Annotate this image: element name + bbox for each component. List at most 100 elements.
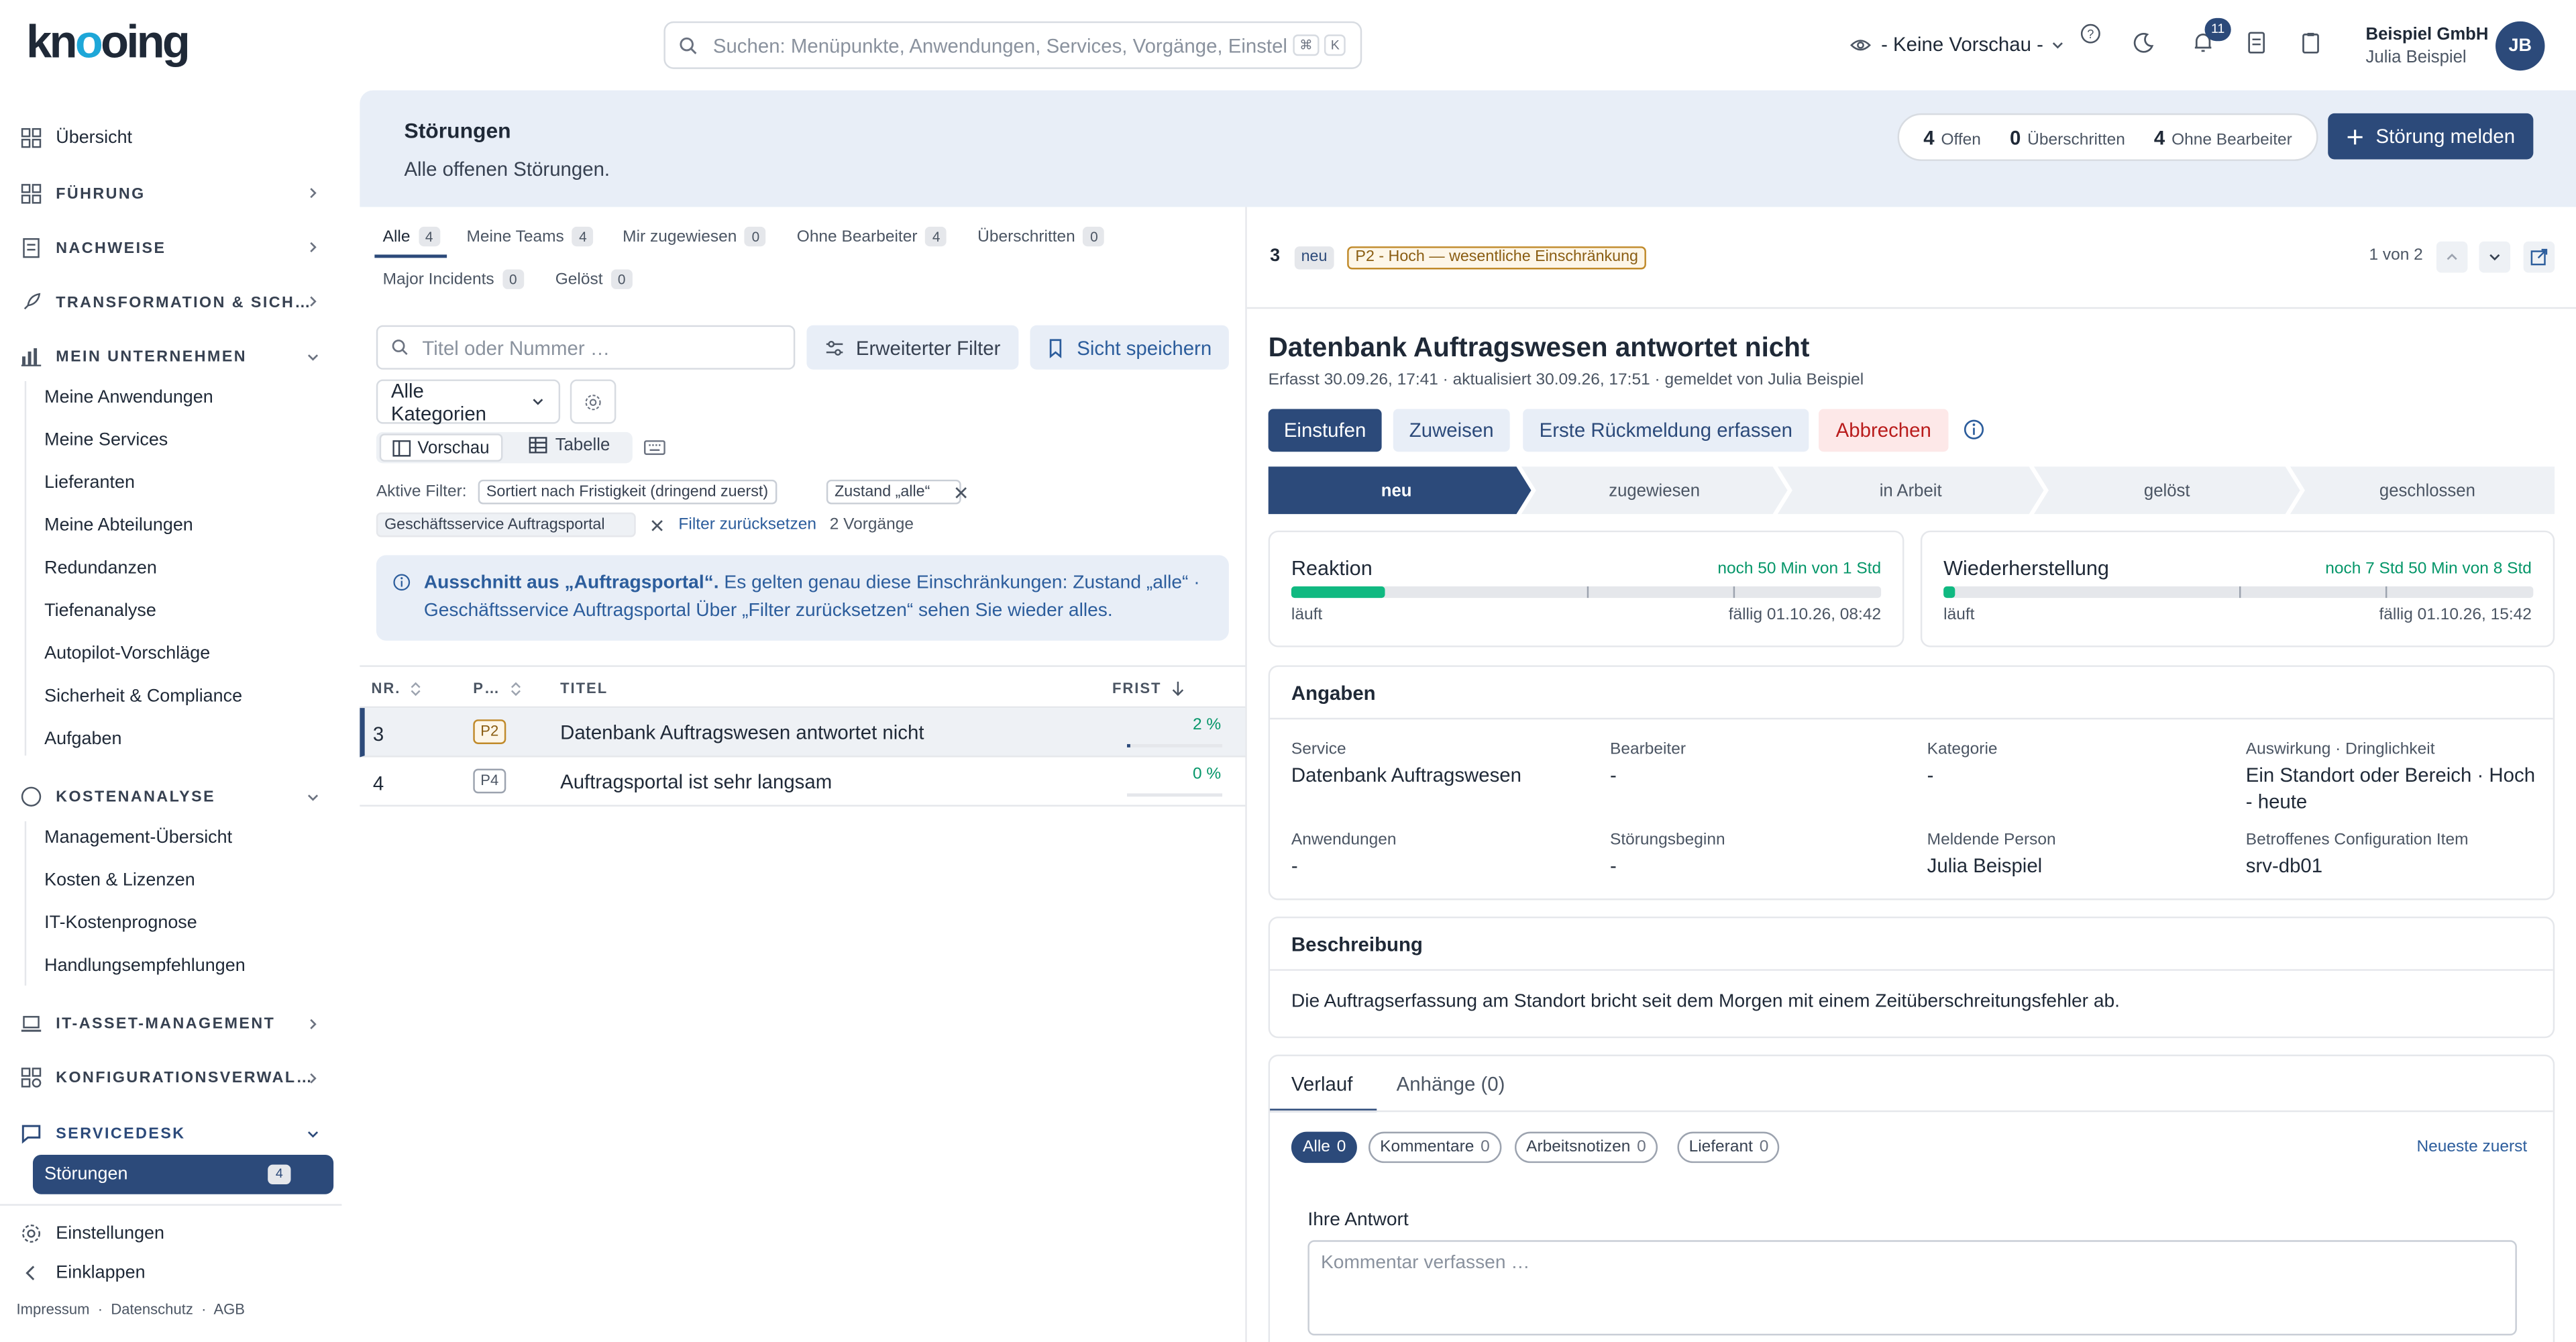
save-view-button[interactable]: Sicht speichern [1030,325,1229,370]
table-row[interactable]: 3 P2 Datenbank Auftragswesen antwortet n… [360,708,1246,758]
sidebar-item-services[interactable]: Meine Services [44,430,168,450]
app-logo[interactable]: knooing [26,16,191,68]
sidebar-item-kosten-lizenzen[interactable]: Kosten & Lizenzen [44,870,195,890]
title-filter-input[interactable]: Titel oder Nummer … [376,325,796,370]
first-response-button[interactable]: Erste Rückmeldung erfassen [1523,409,1809,452]
tab-geloest[interactable]: Gelöst 0 [555,269,633,289]
sidebar-item-empfehlungen[interactable]: Handlungsempfehlungen [44,956,246,976]
close-icon[interactable] [651,519,664,533]
view-table-button[interactable]: Tabelle [529,435,610,455]
column-nr[interactable]: NR. [371,680,422,696]
sidebar-group-kosten[interactable]: KOSTENANALYSE [19,785,215,808]
field-value-kategorie: - [1927,764,1934,787]
sidebar-item-stoerungen[interactable]: Störungen 4 [32,1154,334,1194]
field-value-anwendungen: - [1291,854,1298,878]
stat-open[interactable]: 4 Offen [1923,125,1981,148]
circle-icon [21,786,42,807]
stat-unassigned[interactable]: 4 Ohne Bearbeiter [2154,125,2292,148]
sidebar-group-unternehmen[interactable]: MEIN UNTERNEHMEN [19,345,247,368]
sort-newest-link[interactable]: Neueste zuerst [2416,1138,2527,1156]
history-filter-lieferant[interactable]: Lieferant 0 [1677,1131,1780,1164]
history-filter-kommentare[interactable]: Kommentare 0 [1368,1131,1501,1164]
sidebar-item-management[interactable]: Management-Übersicht [44,828,232,847]
sidebar-item-overview[interactable]: Übersicht [19,126,132,149]
global-search[interactable]: Suchen: Menüpunkte, Anwendungen, Service… [663,21,1362,69]
table-row[interactable]: 4 P4 Auftragsportal ist sehr langsam 0 % [360,758,1246,807]
sidebar-group-transformation[interactable]: TRANSFORMATION & SICH… [19,291,312,313]
company-name: Beispiel GmbH [2365,24,2489,45]
theme-toggle-icon[interactable] [2133,32,2155,54]
sidebar-item-abteilungen[interactable]: Meine Abteilungen [44,516,193,535]
open-external-button[interactable] [2523,241,2555,273]
details-card: Angaben Service Datenbank Auftragswesen … [1268,665,2555,900]
advanced-filter-button[interactable]: Erweiterter Filter [806,325,1019,370]
view-preview-button[interactable]: Vorschau [379,433,503,462]
comment-input[interactable]: Kommentar verfassen … [1307,1240,2517,1336]
sidebar-item-label: Störungen [44,1164,128,1185]
next-button[interactable] [2479,241,2511,273]
dashboard-icon [21,184,42,204]
tab-meine-teams[interactable]: Meine Teams 4 [467,226,594,247]
sidebar-item-sicherheit[interactable]: Sicherheit & Compliance [44,686,242,706]
columns-icon [392,439,411,456]
sidebar-item-settings[interactable]: Einstellungen [19,1222,164,1245]
detail-nr: 3 [1270,246,1281,266]
info-icon[interactable] [1964,419,1985,440]
tab-verlauf[interactable]: Verlauf [1291,1073,1352,1096]
reset-filters-link[interactable]: Filter zurücksetzen [678,516,816,534]
tab-alle[interactable]: Alle 4 [383,226,440,247]
history-filter-arbeitsnotizen[interactable]: Arbeitsnotizen 0 [1514,1131,1658,1164]
tab-major-incidents[interactable]: Major Incidents 0 [383,269,524,289]
prev-button[interactable] [2436,241,2468,273]
sidebar-item-label: Übersicht [56,127,133,148]
footer-links[interactable]: Impressum · Datenschutz · AGB [16,1301,245,1317]
sla-state: läuft [1943,606,1975,625]
tab-ueberschritten[interactable]: Überschritten 0 [977,226,1105,247]
preview-selector[interactable]: - Keine Vorschau - [1850,33,2065,56]
rocket-icon [23,293,41,310]
sidebar-item-anwendungen[interactable]: Meine Anwendungen [44,388,213,407]
sidebar-item-lieferanten[interactable]: Lieferanten [44,473,135,493]
category-select[interactable]: Alle Kategorien [376,378,561,425]
column-priority[interactable]: P… [473,680,522,696]
sidebar-item-redundanzen[interactable]: Redundanzen [44,558,157,578]
assign-button[interactable]: Zuweisen [1393,409,1510,452]
sidebar-group-asset[interactable]: IT-ASSET-MANAGEMENT [19,1012,275,1035]
help-icon[interactable]: ? [2080,23,2101,44]
sidebar-group-fuehrung[interactable]: FÜHRUNG [19,183,145,205]
keyboard-icon[interactable] [644,440,665,456]
sidebar-group-nachweise[interactable]: NACHWEISE [19,237,166,260]
filter-chip-state[interactable]: Zustand „alle“ [826,479,961,505]
tab-ohne-bearbeiter[interactable]: Ohne Bearbeiter 4 [797,226,947,247]
report-incident-button[interactable]: Störung melden [2328,113,2534,160]
sidebar-item-aufgaben[interactable]: Aufgaben [44,729,121,749]
filter-settings-button[interactable] [570,379,616,424]
cancel-button[interactable]: Abbrechen [1819,409,1949,452]
avatar[interactable]: JB [2496,21,2545,71]
sidebar-item-tiefenanalyse[interactable]: Tiefenanalyse [44,601,156,621]
sidebar-item-kostenprognose[interactable]: IT-Kostenprognose [44,913,197,933]
tab-mir-zugewiesen[interactable]: Mir zugewiesen 0 [623,226,767,247]
column-frist[interactable]: FRIST [1112,680,1185,696]
document-icon[interactable] [2246,32,2267,54]
reply-area-anchor [1289,1180,1291,1181]
sidebar-group-servicedesk[interactable]: SERVICEDESK [19,1122,185,1145]
sidebar-item-autopilot[interactable]: Autopilot-Vorschläge [44,644,210,664]
sidebar-group-konfig[interactable]: KONFIGURATIONSVERWAL… [19,1066,313,1089]
tab-anhaenge[interactable]: Anhänge (0) [1397,1073,1505,1096]
history-filter-alle[interactable]: Alle 0 [1291,1131,1358,1164]
detail-toolbar: 3 neu P2 - Hoch — wesentliche Einschränk… [1246,207,2576,309]
search-input[interactable]: Suchen: Menüpunkte, Anwendungen, Service… [713,34,1288,56]
sidebar-collapse-button[interactable]: Einklappen [19,1261,146,1284]
close-icon[interactable] [955,486,968,500]
field-label-beginn: Störungsbeginn [1610,831,1725,849]
filter-chip-sort[interactable]: Sortiert nach Fristigkeit (dringend zuer… [478,479,777,505]
column-title[interactable]: TITEL [560,680,608,696]
clipboard-icon[interactable] [2300,32,2322,54]
filter-chip-service[interactable]: Geschäftsservice Auftragsportal [376,512,637,537]
shortcut-key-k: K [1324,34,1346,56]
stat-overdue[interactable]: 0 Überschritten [2010,125,2125,148]
chevron-right-icon [310,242,317,252]
classify-button[interactable]: Einstufen [1268,409,1382,452]
chevron-right-icon [310,1073,317,1084]
